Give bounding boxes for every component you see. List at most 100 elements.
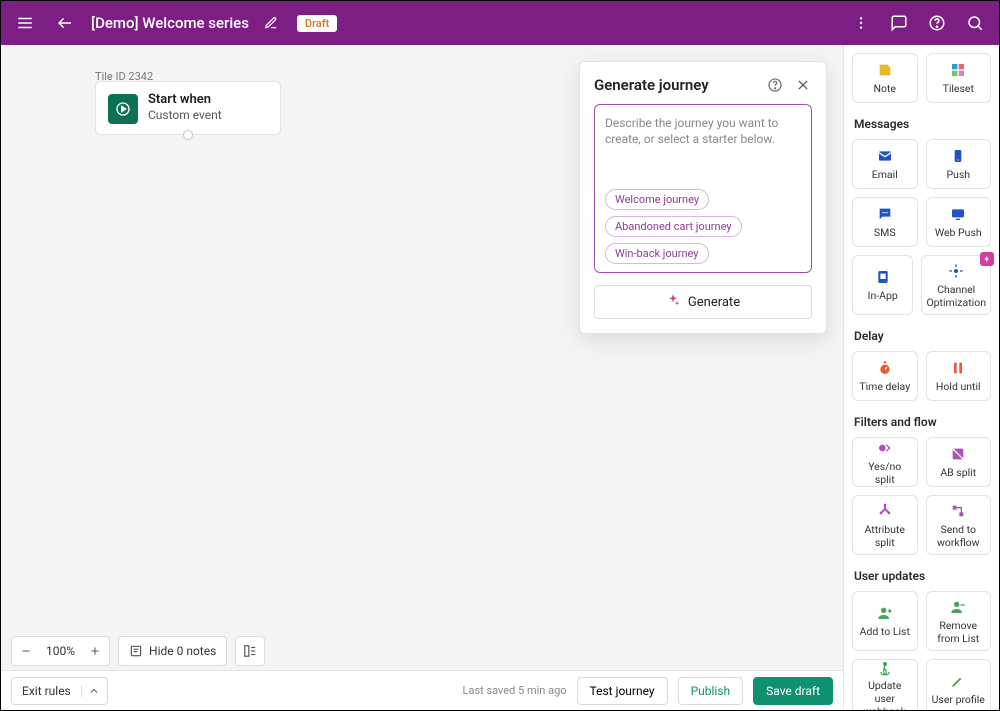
close-icon bbox=[796, 78, 810, 92]
panel-inapp-tile[interactable]: In-App bbox=[852, 255, 913, 315]
generate-button-label: Generate bbox=[688, 295, 740, 310]
edit-title-button[interactable] bbox=[261, 13, 281, 33]
panel-push-tile[interactable]: Push bbox=[926, 139, 992, 189]
chip-abandoned-cart[interactable]: Abandoned cart journey bbox=[605, 216, 742, 237]
play-icon bbox=[108, 94, 138, 124]
popover-close-button[interactable] bbox=[794, 76, 812, 94]
tile-subtitle: Custom event bbox=[148, 108, 222, 122]
card-label: Tileset bbox=[943, 82, 974, 95]
generate-button[interactable]: Generate bbox=[594, 285, 812, 319]
push-icon bbox=[949, 147, 967, 165]
panel-time-delay-tile[interactable]: Time delay bbox=[852, 351, 918, 401]
tile-title: Start when bbox=[148, 92, 222, 107]
test-journey-button[interactable]: Test journey bbox=[577, 677, 668, 705]
absplit-icon bbox=[949, 445, 967, 463]
zoom-toolbar: 100% Hide 0 notes bbox=[11, 636, 265, 666]
tile-text: Start when Custom event bbox=[148, 92, 222, 122]
panel-remove-from-list-tile[interactable]: Remove from List bbox=[926, 591, 992, 651]
popover-title: Generate journey bbox=[594, 76, 709, 94]
panel-email-tile[interactable]: Email bbox=[852, 139, 918, 189]
email-icon bbox=[876, 147, 894, 165]
popover-header: Generate journey bbox=[594, 76, 812, 94]
help-button[interactable] bbox=[923, 9, 951, 37]
tiles-panel[interactable]: Note Tileset Messages Email Push SMS bbox=[843, 45, 999, 710]
card-label: AB split bbox=[940, 466, 976, 479]
card-label: Web Push bbox=[935, 226, 982, 239]
exit-rules-button[interactable]: Exit rules bbox=[12, 678, 81, 704]
plus-icon bbox=[89, 645, 101, 657]
panel-channel-opt-tile[interactable]: Channel Optimization bbox=[921, 255, 991, 315]
webpush-icon bbox=[949, 205, 967, 223]
updates-section-label: User updates bbox=[854, 569, 989, 583]
help-icon bbox=[928, 14, 946, 32]
prompt-box: Describe the journey you want to create,… bbox=[594, 104, 812, 273]
panel-attribute-split-tile[interactable]: Attribute split bbox=[852, 495, 918, 555]
panel-send-to-workflow-tile[interactable]: Send to workflow bbox=[926, 495, 992, 555]
panel-add-to-list-tile[interactable]: Add to List bbox=[852, 591, 918, 651]
auto-layout-button[interactable] bbox=[235, 636, 265, 666]
bolt-icon bbox=[983, 255, 991, 263]
feedback-button[interactable] bbox=[885, 9, 913, 37]
panel-sms-tile[interactable]: SMS bbox=[852, 197, 918, 247]
help-icon bbox=[767, 77, 783, 93]
start-tile[interactable]: Start when Custom event bbox=[95, 81, 281, 135]
panel-hold-until-tile[interactable]: Hold until bbox=[926, 351, 992, 401]
menu-button[interactable] bbox=[11, 9, 39, 37]
panel-note-tile[interactable]: Note bbox=[852, 53, 918, 103]
generate-journey-popover: Generate journey Describe the journey yo… bbox=[579, 61, 827, 334]
card-label: Update user webhook bbox=[857, 679, 913, 710]
channel-opt-icon bbox=[947, 262, 965, 280]
save-draft-button[interactable]: Save draft bbox=[753, 677, 833, 705]
chevron-up-icon bbox=[88, 685, 100, 697]
pencil-icon bbox=[264, 16, 278, 30]
footer-right: Last saved 5 min ago Test journey Publis… bbox=[463, 677, 833, 705]
card-label: Push bbox=[946, 168, 970, 181]
popover-help-button[interactable] bbox=[766, 76, 784, 94]
exit-rules-group: Exit rules bbox=[11, 677, 108, 705]
yesno-icon bbox=[876, 439, 894, 457]
last-saved-label: Last saved 5 min ago bbox=[463, 684, 567, 697]
layout-icon bbox=[243, 644, 257, 658]
starter-chips: Welcome journey Abandoned cart journey W… bbox=[605, 189, 801, 264]
zoom-group: 100% bbox=[11, 636, 110, 666]
search-icon bbox=[966, 14, 984, 32]
more-button[interactable] bbox=[847, 9, 875, 37]
chip-welcome[interactable]: Welcome journey bbox=[605, 189, 709, 210]
dots-vertical-icon bbox=[853, 15, 869, 31]
sparkle-icon bbox=[666, 293, 680, 311]
back-button[interactable] bbox=[51, 9, 79, 37]
card-label: Add to List bbox=[860, 625, 910, 638]
panel-ab-split-tile[interactable]: AB split bbox=[926, 437, 992, 487]
zoom-out-button[interactable] bbox=[12, 637, 40, 665]
notes-toggle-button[interactable]: Hide 0 notes bbox=[118, 636, 227, 666]
zoom-in-button[interactable] bbox=[81, 637, 109, 665]
page-title: [Demo] Welcome series bbox=[91, 14, 249, 32]
card-label: In-App bbox=[868, 289, 898, 302]
panel-yesno-split-tile[interactable]: Yes/no split bbox=[852, 437, 918, 487]
card-label: Note bbox=[874, 82, 896, 95]
panel-user-profile-tile[interactable]: User profile bbox=[926, 659, 992, 710]
tile-output-port[interactable] bbox=[183, 130, 193, 140]
prompt-input[interactable]: Describe the journey you want to create,… bbox=[605, 115, 801, 175]
panel-tileset-tile[interactable]: Tileset bbox=[926, 53, 992, 103]
ai-badge bbox=[980, 252, 994, 266]
search-button[interactable] bbox=[961, 9, 989, 37]
inapp-icon bbox=[874, 268, 892, 286]
publish-button[interactable]: Publish bbox=[678, 677, 744, 705]
hamburger-icon bbox=[16, 14, 34, 32]
messages-section-label: Messages bbox=[854, 117, 989, 131]
attrsplit-icon bbox=[876, 502, 894, 520]
chip-win-back[interactable]: Win-back journey bbox=[605, 243, 709, 264]
panel-update-webhook-tile[interactable]: Update user webhook bbox=[852, 659, 918, 710]
main: Tile ID 2342 Start when Custom event Gen… bbox=[1, 45, 999, 710]
card-label: Remove from List bbox=[931, 619, 987, 645]
zoom-value: 100% bbox=[40, 644, 81, 658]
pause-icon bbox=[949, 359, 967, 377]
canvas[interactable]: Tile ID 2342 Start when Custom event Gen… bbox=[1, 45, 843, 710]
card-label: Hold until bbox=[936, 380, 981, 393]
header-right bbox=[847, 9, 989, 37]
header-left: [Demo] Welcome series Draft bbox=[11, 9, 847, 37]
exit-rules-toggle[interactable] bbox=[81, 685, 107, 697]
sms-icon bbox=[876, 205, 894, 223]
panel-webpush-tile[interactable]: Web Push bbox=[926, 197, 992, 247]
